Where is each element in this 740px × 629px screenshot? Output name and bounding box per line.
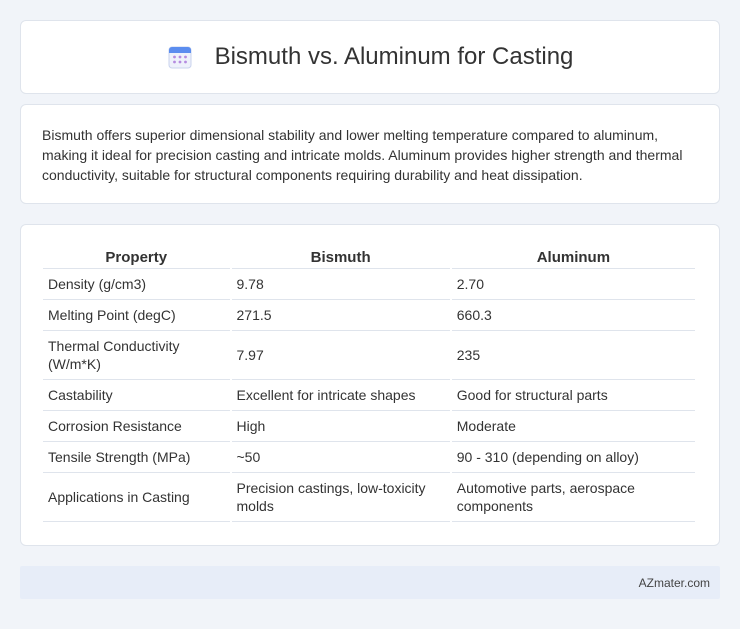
page-title: Bismuth vs. Aluminum for Casting bbox=[214, 43, 574, 70]
summary-card: Bismuth offers superior dimensional stab… bbox=[20, 104, 720, 204]
summary-text: Bismuth offers superior dimensional stab… bbox=[42, 127, 683, 183]
column-header-aluminum: Aluminum bbox=[451, 245, 695, 269]
table-row: Density (g/cm3) 9.78 2.70 bbox=[43, 269, 695, 300]
cell-property: Applications in Casting bbox=[43, 473, 230, 522]
cell-bismuth: Precision castings, low-toxicity molds bbox=[231, 473, 450, 522]
cell-property: Castability bbox=[43, 380, 230, 411]
cell-bismuth: Excellent for intricate shapes bbox=[231, 380, 450, 411]
comparison-card: Property Bismuth Aluminum Density (g/cm3… bbox=[20, 224, 720, 546]
table-row: Melting Point (degC) 271.5 660.3 bbox=[43, 300, 695, 331]
cell-aluminum: 660.3 bbox=[451, 300, 695, 331]
table-row: Castability Excellent for intricate shap… bbox=[43, 380, 695, 411]
cell-property: Corrosion Resistance bbox=[43, 411, 230, 442]
footer-brand[interactable]: AZmater.com bbox=[639, 576, 710, 590]
table-row: Corrosion Resistance High Moderate bbox=[43, 411, 695, 442]
comparison-table: Property Bismuth Aluminum Density (g/cm3… bbox=[41, 245, 697, 522]
cell-bismuth: ~50 bbox=[231, 442, 450, 473]
footer: AZmater.com bbox=[20, 566, 720, 599]
column-header-bismuth: Bismuth bbox=[231, 245, 450, 269]
cell-aluminum: 2.70 bbox=[451, 269, 695, 300]
cell-aluminum: Good for structural parts bbox=[451, 380, 695, 411]
cell-bismuth: 271.5 bbox=[231, 300, 450, 331]
cell-aluminum: 235 bbox=[451, 331, 695, 380]
cell-bismuth: 7.97 bbox=[231, 331, 450, 380]
calendar-icon bbox=[167, 44, 193, 70]
table-row: Thermal Conductivity (W/m*K) 7.97 235 bbox=[43, 331, 695, 380]
cell-aluminum: Moderate bbox=[451, 411, 695, 442]
cell-property: Tensile Strength (MPa) bbox=[43, 442, 230, 473]
cell-bismuth: 9.78 bbox=[231, 269, 450, 300]
table-row: Applications in Casting Precision castin… bbox=[43, 473, 695, 522]
cell-property: Density (g/cm3) bbox=[43, 269, 230, 300]
cell-aluminum: 90 - 310 (depending on alloy) bbox=[451, 442, 695, 473]
title-card: Bismuth vs. Aluminum for Casting bbox=[20, 20, 720, 94]
table-header-row: Property Bismuth Aluminum bbox=[43, 245, 695, 269]
cell-property: Thermal Conductivity (W/m*K) bbox=[43, 331, 230, 380]
cell-property: Melting Point (degC) bbox=[43, 300, 230, 331]
cell-aluminum: Automotive parts, aerospace components bbox=[451, 473, 695, 522]
table-row: Tensile Strength (MPa) ~50 90 - 310 (dep… bbox=[43, 442, 695, 473]
cell-bismuth: High bbox=[231, 411, 450, 442]
column-header-property: Property bbox=[43, 245, 230, 269]
